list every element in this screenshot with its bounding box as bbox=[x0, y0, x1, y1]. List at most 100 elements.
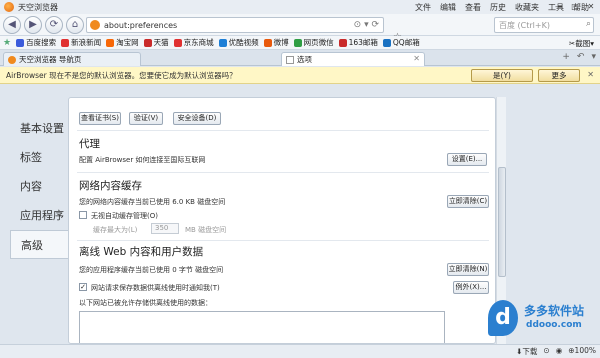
status-icon[interactable]: ⊙ bbox=[543, 346, 549, 357]
bookmark-icon bbox=[293, 38, 302, 47]
undo-close-icon[interactable]: ↶ bbox=[577, 52, 585, 62]
clear-offline-data-button[interactable]: 立即清除(N) bbox=[447, 263, 489, 276]
window-controls: — □ ✕ bbox=[552, 1, 598, 12]
sidebar-item-tabs[interactable]: 标签 bbox=[10, 143, 68, 172]
window-title: 天空浏览器 bbox=[18, 2, 58, 12]
security-devices-button[interactable]: 安全设备(D) bbox=[173, 112, 221, 125]
sidebar-item-content[interactable]: 内容 bbox=[10, 172, 68, 201]
address-bar[interactable]: about:preferences ⊙ ▾ ⟳ bbox=[86, 17, 384, 33]
sidebar-item-general[interactable]: 基本设置 bbox=[10, 114, 68, 143]
bookmarks-bar: ★ 百度搜索 新浪新闻 淘宝网 天猫 京东商城 优酷视频 微博 网页微信 163… bbox=[0, 36, 600, 50]
menu-view[interactable]: 查看 bbox=[465, 2, 481, 13]
search-box[interactable]: 百度 (Ctrl+K) ⌕ bbox=[494, 17, 594, 33]
tab-list-icon[interactable]: ▾ bbox=[591, 52, 596, 62]
exceptions-button[interactable]: 例外(X)... bbox=[453, 281, 489, 294]
preferences-content: 基本设置 标签 内容 应用程序 高级 查看证书(S) 验证(V) 安全设备(D)… bbox=[0, 85, 600, 344]
refresh-button[interactable]: ⟳ bbox=[45, 15, 63, 34]
cache-usage-text: 您的网络内容缓存当前已使用 6.0 KB 磁盘空间 bbox=[79, 198, 226, 206]
divider bbox=[77, 172, 489, 173]
default-browser-notification: AirBrowser 现在不是您的默认浏览器。您要使它成为默认浏览器吗？ 是(Y… bbox=[0, 67, 600, 84]
override-cache-label: 无视自动缓存管理(O) bbox=[91, 212, 158, 220]
allowed-sites-label: 以下网站已被允许存储供离线使用的数据： bbox=[79, 299, 212, 307]
bookmark-item[interactable]: 微博 bbox=[263, 37, 289, 48]
proxy-description: 配置 AirBrowser 如何连接至国际互联网 bbox=[79, 156, 206, 164]
preferences-sidebar: 基本设置 标签 内容 应用程序 高级 bbox=[10, 85, 70, 259]
divider bbox=[77, 240, 489, 241]
bookmark-item[interactable]: 京东商城 bbox=[173, 37, 214, 48]
menu-history[interactable]: 历史 bbox=[490, 2, 506, 13]
bookmark-item[interactable]: 淘宝网 bbox=[106, 37, 139, 48]
close-button[interactable]: ✕ bbox=[584, 1, 598, 12]
address-dropdown-icon[interactable]: ⊙ ▾ ⟳ bbox=[354, 20, 379, 30]
bookmark-item[interactable]: 163邮箱 bbox=[338, 37, 378, 48]
minimize-button[interactable]: — bbox=[552, 1, 566, 12]
set-default-yes-button[interactable]: 是(Y) bbox=[471, 69, 533, 82]
navigation-bar: ◀ ▶ ⟳ ⌂ about:preferences ⊙ ▾ ⟳ ☆ 百度 (Ct… bbox=[0, 14, 600, 43]
cache-limit-input[interactable]: 350 bbox=[151, 223, 179, 234]
tab-favicon-icon bbox=[8, 55, 16, 64]
new-tab-icon[interactable]: + bbox=[562, 52, 570, 62]
address-input[interactable]: about:preferences bbox=[104, 21, 177, 30]
browser-logo-icon bbox=[4, 2, 14, 12]
tab-close-icon[interactable]: ✕ bbox=[413, 54, 420, 63]
bookmark-icon bbox=[338, 38, 347, 47]
notify-offline-label: 网站请求保存数据供离线使用时通知我(T) bbox=[91, 284, 220, 292]
zoom-level[interactable]: ⊕100% bbox=[568, 346, 596, 357]
tab-bar-tools: + ↶ ▾ bbox=[562, 52, 596, 62]
screenshot-button[interactable]: ✂截图▾ bbox=[569, 38, 594, 49]
close-icon[interactable]: ✕ bbox=[587, 70, 594, 79]
bookmark-icon bbox=[106, 38, 115, 47]
bookmark-item[interactable]: 天猫 bbox=[143, 37, 169, 48]
bookmark-icon bbox=[173, 38, 182, 47]
bookmark-item[interactable]: QQ邮箱 bbox=[382, 37, 420, 48]
status-bar: ⬇下载 ⊙ ◉ ⊕100% bbox=[0, 344, 600, 358]
notify-offline-checkbox[interactable]: ✓ bbox=[79, 283, 87, 291]
tab-label: 选项 bbox=[297, 55, 312, 64]
download-button[interactable]: ⬇下载 bbox=[516, 346, 537, 357]
verify-button[interactable]: 验证(V) bbox=[129, 112, 163, 125]
override-cache-checkbox[interactable] bbox=[79, 211, 87, 219]
proxy-settings-button[interactable]: 设置(E)... bbox=[447, 153, 487, 166]
sidebar-item-advanced[interactable]: 高级 bbox=[10, 230, 70, 259]
allowed-sites-list[interactable] bbox=[79, 311, 445, 343]
back-button[interactable]: ◀ bbox=[3, 15, 21, 34]
view-certificates-button[interactable]: 查看证书(S) bbox=[79, 112, 121, 125]
status-icon[interactable]: ◉ bbox=[556, 346, 563, 357]
scrollbar-thumb[interactable] bbox=[498, 167, 506, 277]
tab-label: 天空浏览器 导航页 bbox=[19, 55, 82, 64]
cache-limit-unit: MB 磁盘空间 bbox=[185, 226, 227, 234]
bookmark-item[interactable]: 新浪新闻 bbox=[61, 37, 101, 48]
sidebar-item-applications[interactable]: 应用程序 bbox=[10, 201, 68, 230]
maximize-button[interactable]: □ bbox=[568, 1, 582, 12]
search-input[interactable]: 百度 (Ctrl+K) bbox=[499, 20, 550, 31]
offline-data-heading: 离线 Web 内容和用户数据 bbox=[79, 246, 204, 258]
status-tools: ⬇下载 ⊙ ◉ ⊕100% bbox=[516, 346, 596, 357]
menu-file[interactable]: 文件 bbox=[415, 2, 431, 13]
bookmark-icon bbox=[382, 38, 391, 47]
cache-limit-label: 缓存最大为(L) bbox=[93, 226, 138, 234]
bookmark-icon bbox=[143, 38, 152, 47]
tab-navigation-page[interactable]: 天空浏览器 导航页 bbox=[3, 52, 141, 66]
search-icon[interactable]: ⌕ bbox=[586, 19, 591, 29]
watermark-logo: d 多多软件站 ddooo.com bbox=[486, 298, 596, 342]
bookmark-item[interactable]: 网页微信 bbox=[293, 37, 334, 48]
more-options-button[interactable]: 更多 bbox=[538, 69, 580, 82]
menu-edit[interactable]: 编辑 bbox=[440, 2, 456, 13]
favorites-icon[interactable]: ★ bbox=[3, 38, 11, 48]
menu-favorites[interactable]: 收藏夹 bbox=[515, 2, 539, 13]
notification-text: AirBrowser 现在不是您的默认浏览器。您要使它成为默认浏览器吗？ bbox=[6, 70, 237, 80]
bookmark-icon bbox=[61, 38, 70, 47]
home-button[interactable]: ⌂ bbox=[66, 15, 84, 34]
title-bar: 天空浏览器 文件 编辑 查看 历史 收藏夹 工具 帮助 — □ ✕ bbox=[0, 0, 600, 14]
divider bbox=[77, 130, 489, 131]
tab-bar: 天空浏览器 导航页 选项 ✕ + ↶ ▾ bbox=[0, 50, 600, 66]
forward-button[interactable]: ▶ bbox=[24, 15, 42, 34]
clear-cache-button[interactable]: 立即清除(C) bbox=[447, 195, 489, 208]
bookmark-item[interactable]: 优酷视频 bbox=[218, 37, 259, 48]
cache-heading: 网络内容缓存 bbox=[79, 180, 142, 192]
bookmark-item[interactable]: 百度搜索 bbox=[16, 37, 56, 48]
watermark-d-icon: d bbox=[488, 300, 518, 336]
bookmark-icon bbox=[218, 38, 227, 47]
tab-options[interactable]: 选项 ✕ bbox=[281, 52, 425, 66]
tab-favicon-icon bbox=[286, 55, 294, 64]
